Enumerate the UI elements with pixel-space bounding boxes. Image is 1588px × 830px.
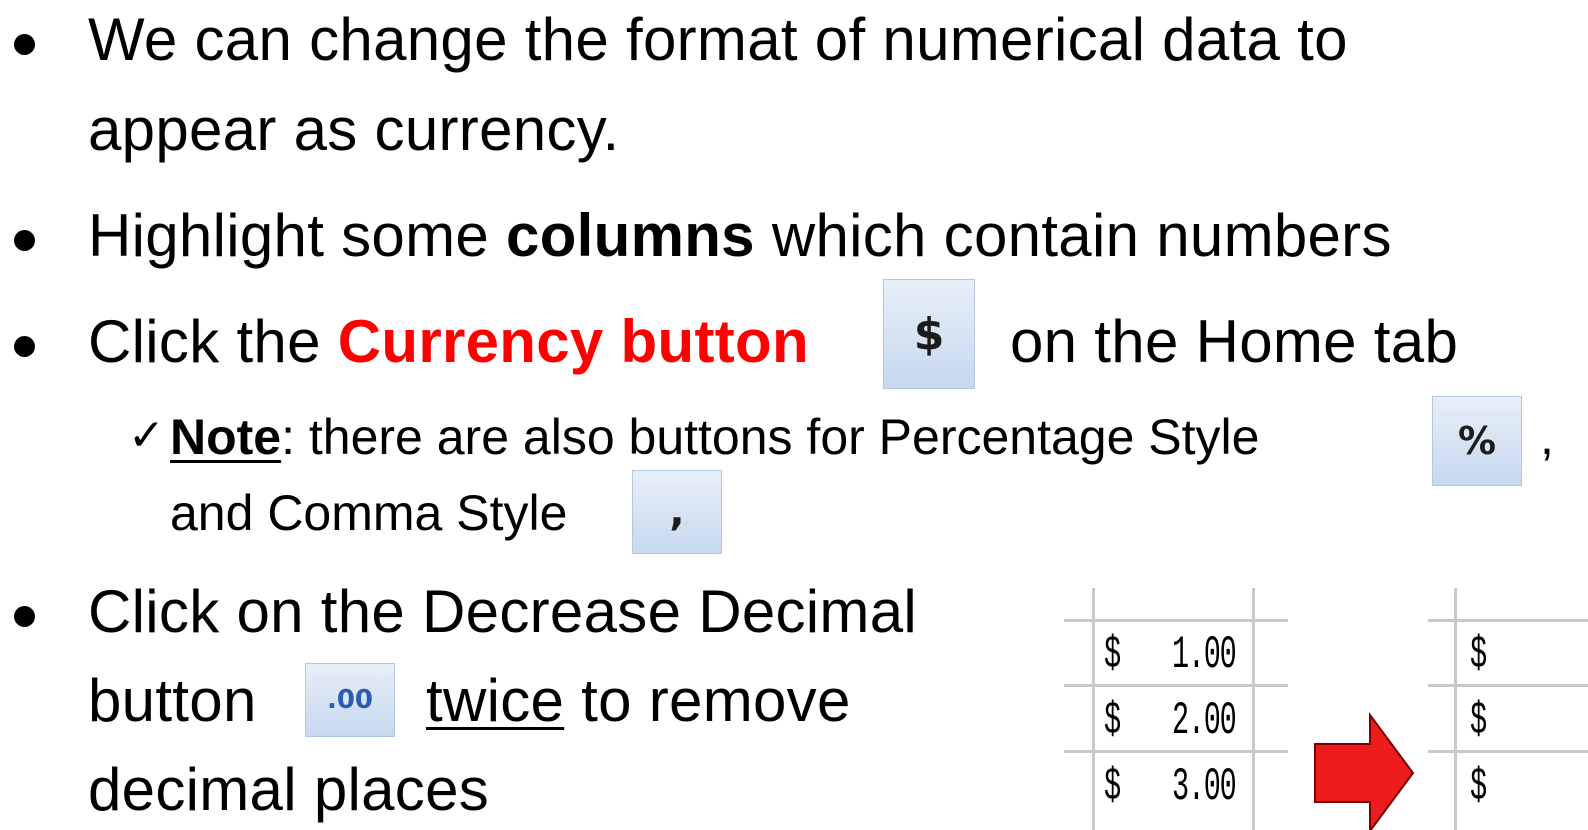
note-line-2: and Comma Style: [170, 485, 568, 541]
note-label: Note: [170, 409, 282, 465]
bullet-3-pre: Click the: [88, 308, 338, 375]
cell-value: 2.00: [1172, 695, 1237, 747]
bullet-dot: [14, 606, 35, 627]
bullet-dot: [14, 336, 35, 357]
bullet-4-twice: twice: [426, 667, 565, 734]
bullet-3-currency-button-text: Currency button: [337, 308, 809, 375]
currency-dollar-icon[interactable]: $: [883, 279, 975, 389]
cell-currency-symbol: $: [1470, 629, 1487, 681]
cell-value: 3.00: [1172, 761, 1237, 813]
decrease-decimal-icon[interactable]: .00: [305, 663, 395, 737]
bullet-4-line-3: decimal places: [88, 756, 490, 823]
comma-icon-glyph: ,: [669, 489, 685, 535]
bullet-3-post: on the Home tab: [1010, 308, 1459, 375]
note-line-1: Note: there are also buttons for Percent…: [170, 412, 1259, 462]
percent-icon-glyph: %: [1457, 419, 1497, 463]
checkmark-icon: ✓: [128, 410, 165, 461]
bullet-1-line-1: We can change the format of numerical da…: [88, 6, 1348, 73]
bullet-dot: [14, 230, 35, 251]
percent-style-icon[interactable]: %: [1432, 396, 1522, 486]
note-text: : there are also buttons for Percentage …: [281, 409, 1260, 465]
right-arrow-icon: [1314, 712, 1415, 830]
bullet-2-pre: Highlight some: [88, 202, 507, 269]
bullet-1-line-2: appear as currency.: [88, 96, 620, 163]
bullet-3-line: Click the Currency button: [88, 312, 809, 372]
cell-currency-symbol: $: [1104, 761, 1121, 813]
slide: We can change the format of numerical da…: [0, 0, 1588, 830]
cell-currency-symbol: $: [1104, 695, 1121, 747]
decrease-decimal-glyph: .00: [326, 685, 374, 715]
bullet-2-bold-columns: columns: [506, 202, 755, 269]
cell-value: 1.00: [1172, 629, 1237, 681]
cell-currency-symbol: $: [1104, 629, 1121, 681]
grid-line: [1252, 588, 1255, 830]
bullet-2-post: which contain numbers: [754, 202, 1392, 269]
bullet-4-line-1: Click on the Decrease Decimal: [88, 578, 918, 645]
bullet-4-to-remove: to remove: [564, 667, 851, 734]
grid-line: [1092, 588, 1095, 830]
bullet-2-line: Highlight some columns which contain num…: [88, 206, 1392, 266]
cell-currency-symbol: $: [1470, 695, 1487, 747]
grid-line: [1428, 684, 1588, 687]
currency-icon-glyph: $: [913, 308, 945, 360]
bullet-4-line-2-post: twice to remove: [426, 671, 851, 731]
grid-line: [1454, 588, 1457, 830]
grid-line: [1428, 750, 1588, 753]
comma-style-icon[interactable]: ,: [632, 470, 722, 554]
note-comma: ,: [1540, 409, 1554, 465]
cell-currency-symbol: $: [1470, 761, 1487, 813]
grid-line: [1428, 619, 1588, 622]
bullet-dot: [14, 34, 35, 55]
bullet-4-line-2-pre: button: [88, 667, 257, 734]
